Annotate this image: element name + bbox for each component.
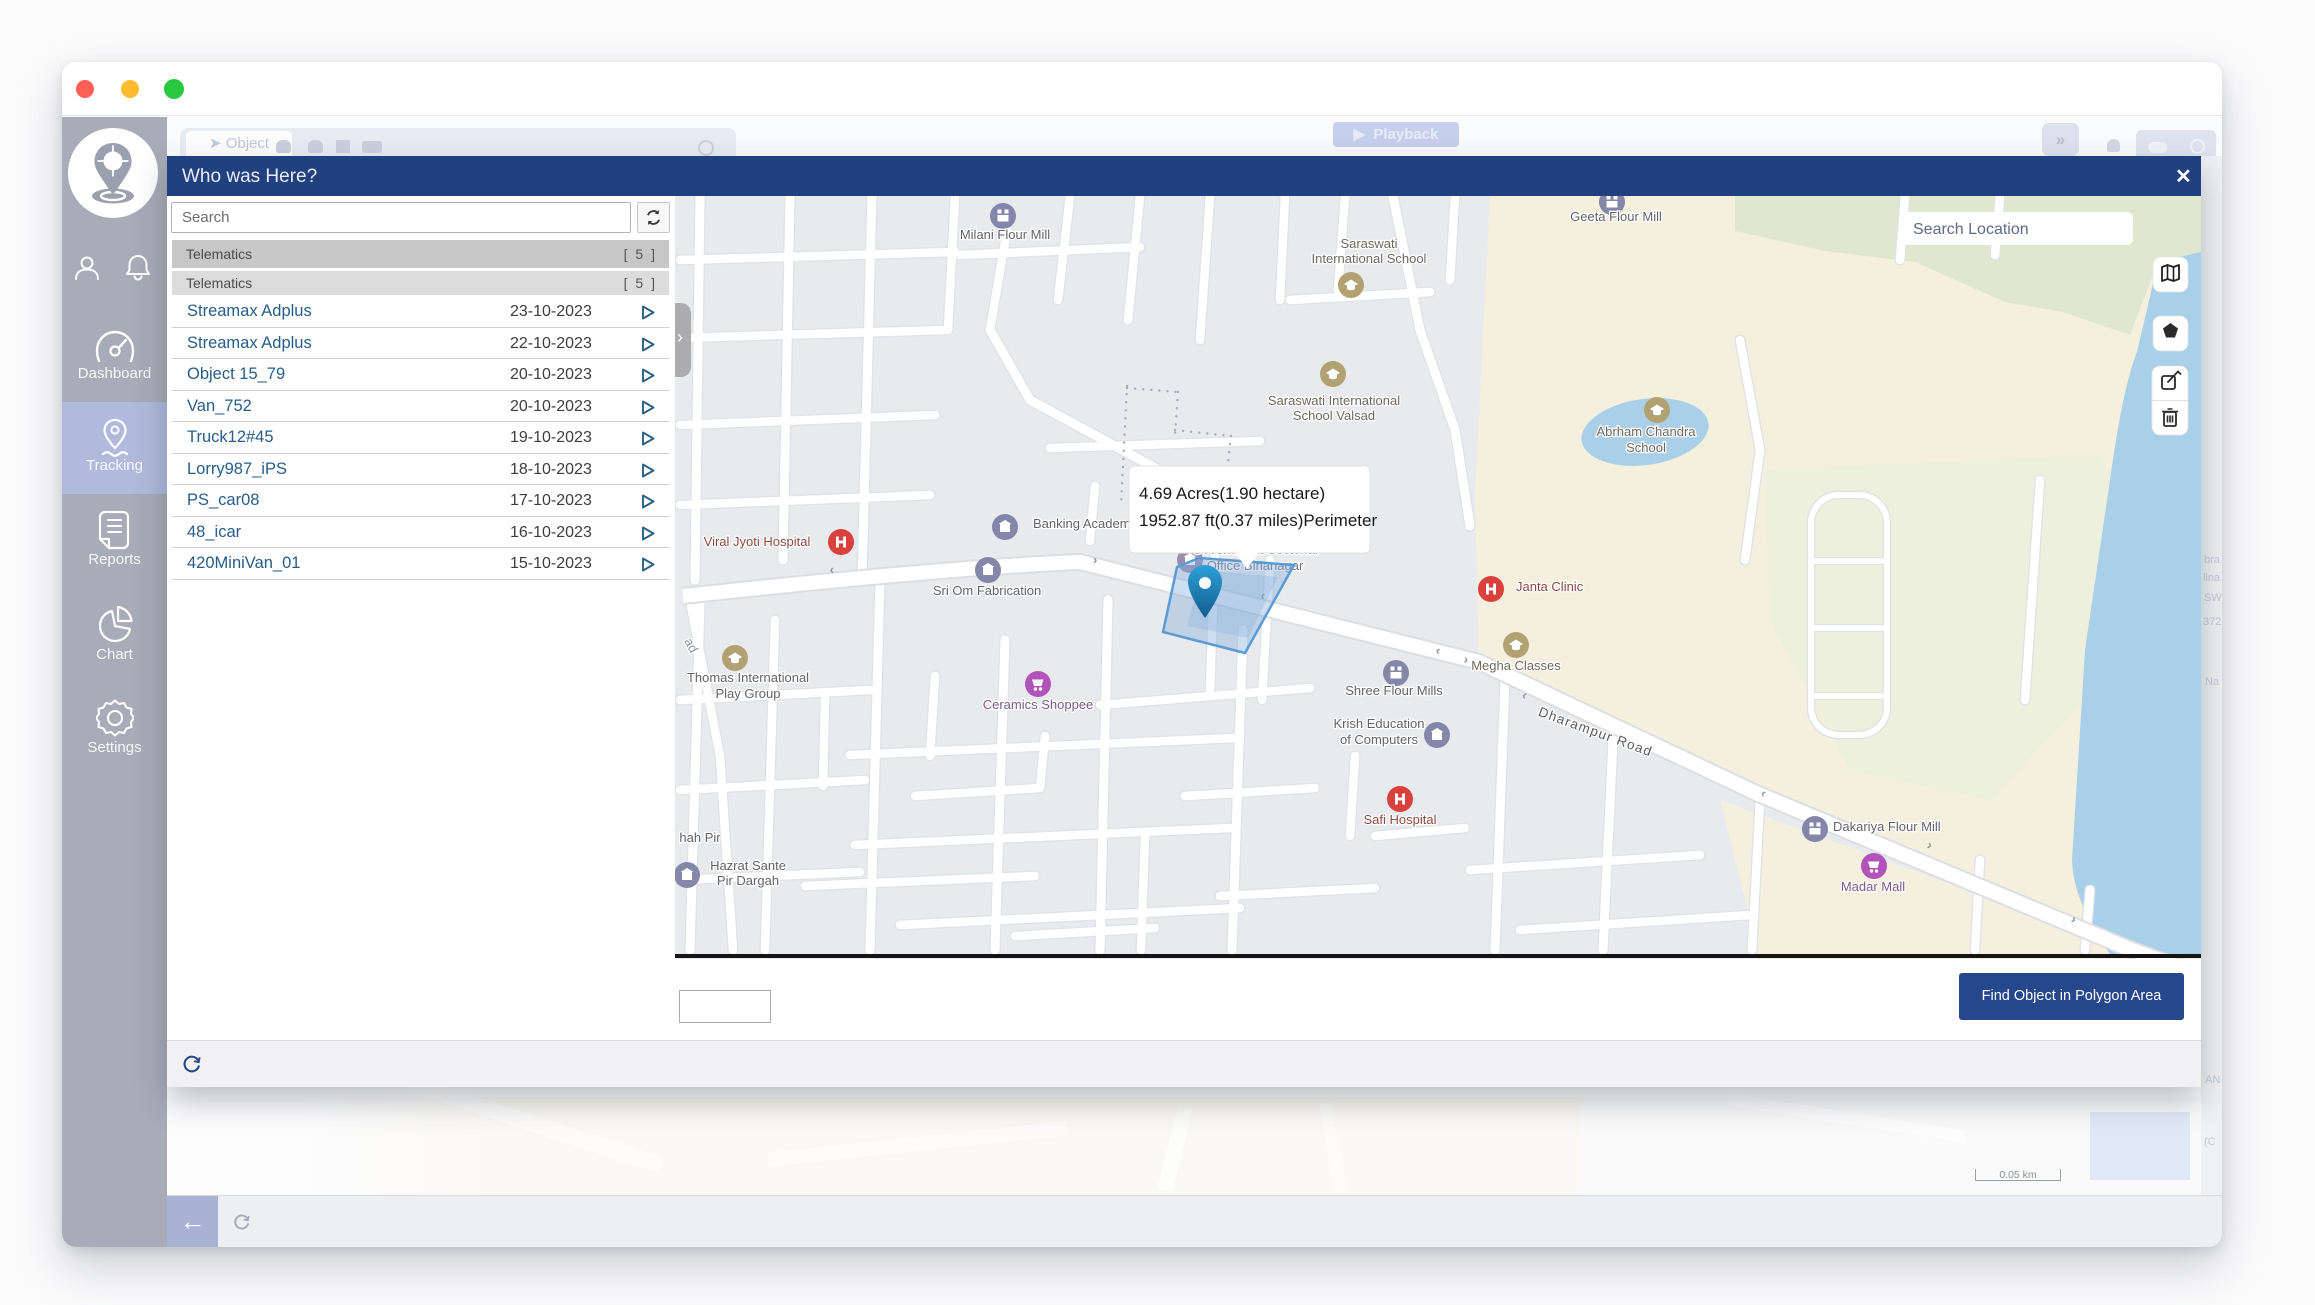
svg-text:Thomas International: Thomas International bbox=[687, 670, 809, 685]
svg-text:Shree Flour Mills: Shree Flour Mills bbox=[1345, 683, 1443, 698]
svg-text:Pir Dargah: Pir Dargah bbox=[717, 873, 779, 888]
svg-text:International School: International School bbox=[1312, 251, 1427, 266]
svg-text:Hazrat Sante: Hazrat Sante bbox=[710, 858, 786, 873]
svg-text:Megha Classes: Megha Classes bbox=[1471, 658, 1561, 673]
svg-text:Viral Jyoti Hospital: Viral Jyoti Hospital bbox=[704, 534, 811, 549]
svg-text:Play Group: Play Group bbox=[715, 686, 780, 701]
svg-text:Saraswati International: Saraswati International bbox=[1268, 393, 1400, 408]
svg-text:Krish Education: Krish Education bbox=[1333, 716, 1424, 731]
svg-text:Sri Om Fabrication: Sri Om Fabrication bbox=[933, 583, 1041, 598]
svg-text:Abrham Chandra: Abrham Chandra bbox=[1597, 424, 1697, 439]
svg-text:Saraswati: Saraswati bbox=[1340, 236, 1397, 251]
svg-text:1952.87 ft(0.37 miles)Perimete: 1952.87 ft(0.37 miles)Perimeter bbox=[1139, 511, 1377, 530]
svg-text:›: › bbox=[1093, 552, 1097, 567]
svg-text:4.69 Acres(1.90 hectare): 4.69 Acres(1.90 hectare) bbox=[1139, 484, 1325, 503]
svg-text:Safi Hospital: Safi Hospital bbox=[1364, 812, 1437, 827]
svg-text:Dakariya Flour Mill: Dakariya Flour Mill bbox=[1833, 819, 1941, 834]
svg-text:of Computers: of Computers bbox=[1340, 732, 1419, 747]
svg-text:Geeta Flour Mill: Geeta Flour Mill bbox=[1570, 209, 1662, 224]
svg-text:Janta Clinic: Janta Clinic bbox=[1516, 579, 1584, 594]
svg-text:Milani Flour Mill: Milani Flour Mill bbox=[960, 227, 1050, 242]
svg-text:Madar Mall: Madar Mall bbox=[1841, 879, 1905, 894]
svg-text:School Valsad: School Valsad bbox=[1293, 408, 1375, 423]
svg-text:Banking Academy: Banking Academy bbox=[1033, 516, 1138, 531]
svg-text:hah Pir: hah Pir bbox=[679, 830, 721, 845]
svg-text:Search Location: Search Location bbox=[1913, 221, 2029, 238]
svg-text:School: School bbox=[1626, 440, 1666, 455]
svg-text:Ceramics Shoppee: Ceramics Shoppee bbox=[983, 697, 1094, 712]
